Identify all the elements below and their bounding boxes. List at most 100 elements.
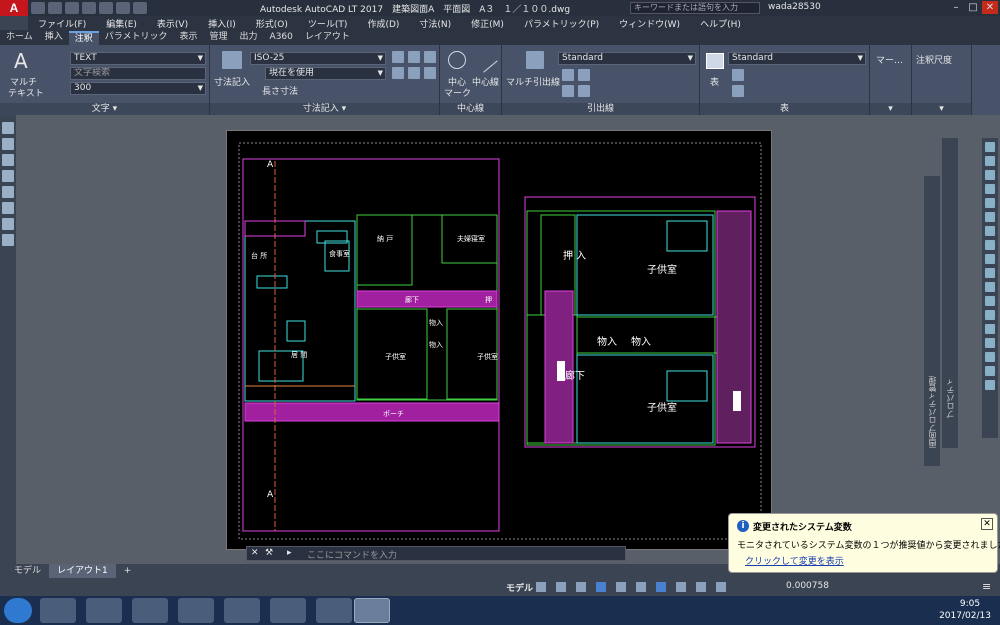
dimension-label[interactable]: 寸法記入 [214, 75, 250, 88]
paint-shop-icon[interactable] [270, 598, 306, 623]
print-icon[interactable] [99, 2, 113, 14]
link-data-icon[interactable] [732, 85, 744, 97]
menu-tools[interactable]: ツール(T) [298, 17, 358, 30]
new-icon[interactable] [31, 2, 45, 14]
user-name[interactable]: wada28530 [768, 2, 821, 12]
multileader-label[interactable]: マルチ引出線 [506, 75, 560, 88]
search-input[interactable]: キーワードまたは語句を入力 [630, 2, 760, 14]
tool-icon[interactable] [985, 324, 995, 334]
tab-a360[interactable]: A360 [264, 31, 299, 45]
tool-icon[interactable] [985, 198, 995, 208]
sheet-manager-palette[interactable]: 画面プロパティ管理 [924, 176, 940, 466]
tool-icon[interactable] [985, 212, 995, 222]
table-style-combo[interactable]: Standard ▼ [728, 52, 866, 65]
tool-icon[interactable] [985, 282, 995, 292]
annotation-scale-label[interactable]: 注釈尺度 [916, 53, 952, 66]
menu-edit[interactable]: 編集(E) [96, 17, 147, 30]
menu-insert[interactable]: 挿入(I) [198, 17, 246, 30]
menu-parametric[interactable]: パラメトリック(P) [514, 17, 609, 30]
menu-window[interactable]: ウィンドウ(W) [609, 17, 690, 30]
markup-label[interactable]: マー… [876, 53, 903, 66]
dim-style-combo[interactable]: ISO-25 ▼ [250, 52, 386, 65]
command-input[interactable]: ここにコマンドを入力 [307, 548, 397, 561]
tool-icon[interactable] [985, 240, 995, 250]
text-tool-icon[interactable] [2, 122, 14, 134]
text-style-icon[interactable] [2, 202, 14, 214]
scale-text-icon[interactable] [2, 218, 14, 230]
start-button[interactable] [4, 598, 32, 623]
clock-date[interactable]: 2017/02/13 [935, 611, 995, 621]
tab-layout[interactable]: レイアウト [299, 31, 356, 45]
minimize-button[interactable]: – [948, 1, 964, 14]
explorer-icon[interactable] [132, 598, 168, 623]
find-icon[interactable] [2, 170, 14, 182]
justify-text-icon[interactable] [2, 234, 14, 246]
dim-tool-icon[interactable] [408, 51, 420, 63]
text-panel-footer[interactable]: 文字 ▾ [0, 103, 209, 115]
dim-tool-icon[interactable] [408, 67, 420, 79]
menu-draw[interactable]: 作成(D) [357, 17, 409, 30]
add-leader-icon[interactable] [562, 69, 574, 81]
dim-layer-combo[interactable]: 現在を使用 ▼ [265, 67, 386, 80]
annotation-scaling-footer[interactable]: ▾ [912, 103, 971, 115]
autocad-taskbar-icon[interactable] [354, 598, 390, 623]
model-space-button[interactable]: モデル [506, 581, 533, 594]
multileader-icon[interactable] [526, 51, 544, 69]
dim-tool-icon[interactable] [392, 51, 404, 63]
multiline-text-icon[interactable]: A [14, 49, 28, 73]
menu-modify[interactable]: 修正(M) [461, 17, 514, 30]
annotation-scale-value[interactable]: 0.000758 [786, 581, 829, 591]
internet-explorer-icon[interactable] [86, 598, 122, 623]
menu-dimension[interactable]: 寸法(N) [409, 17, 461, 30]
dimension-panel-footer[interactable]: 寸法記入 ▾ [210, 103, 439, 115]
align-leader-icon[interactable] [562, 85, 574, 97]
tool-icon[interactable] [985, 296, 995, 306]
tool-icon[interactable] [985, 254, 995, 264]
centerline-icon[interactable] [472, 47, 498, 73]
save-icon[interactable] [65, 2, 79, 14]
tab-home[interactable]: ホーム [0, 31, 39, 45]
spell-check-icon[interactable] [2, 186, 14, 198]
save-as-icon[interactable] [82, 2, 96, 14]
menu-view[interactable]: 表示(V) [147, 17, 198, 30]
menu-icon[interactable]: ≡ [982, 580, 991, 593]
edit-text-icon[interactable] [2, 154, 14, 166]
collect-leader-icon[interactable] [578, 85, 590, 97]
paint-icon[interactable] [316, 598, 352, 623]
markup-panel-footer[interactable]: ▾ [870, 103, 911, 115]
tab-insert[interactable]: 挿入 [39, 31, 69, 45]
tool-icon[interactable] [985, 310, 995, 320]
find-text-input[interactable]: 文字検索 [70, 67, 206, 80]
tool-icon[interactable] [985, 352, 995, 362]
multiline-text-label-2[interactable]: テキスト [8, 86, 44, 99]
thunderbird-icon[interactable] [224, 598, 260, 623]
table-icon[interactable] [706, 53, 724, 69]
tool-icon[interactable] [985, 156, 995, 166]
text-style-combo[interactable]: TEXT ▼ [70, 52, 206, 65]
menu-format[interactable]: 形式(O) [246, 17, 298, 30]
open-icon[interactable] [48, 2, 62, 14]
tab-view[interactable]: 表示 [174, 31, 204, 45]
leader-panel-footer[interactable]: 引出線 [502, 103, 699, 115]
tab-model[interactable]: モデル [6, 564, 49, 578]
dim-tool-icon[interactable] [424, 67, 436, 79]
tool-icon[interactable] [985, 170, 995, 180]
layout-sheet[interactable]: 台 所 食事室 納 戸 夫婦寝室 廊下 押 居 間 物入 物入 子供室 子供室 … [226, 130, 772, 550]
tab-manage[interactable]: 管理 [204, 31, 234, 45]
notification-close-button[interactable]: ✕ [981, 518, 993, 530]
tab-parametric[interactable]: パラメトリック [99, 31, 174, 45]
undo-icon[interactable] [116, 2, 130, 14]
tool-icon[interactable] [985, 184, 995, 194]
table-panel-footer[interactable]: 表 [700, 103, 869, 115]
close-icon[interactable]: ✕ [251, 548, 259, 558]
extract-data-icon[interactable] [732, 69, 744, 81]
application-menu-button[interactable]: A [0, 0, 28, 16]
text-tool-icon[interactable] [2, 138, 14, 150]
menu-help[interactable]: ヘルプ(H) [690, 17, 751, 30]
wrench-icon[interactable]: ⚒ [265, 548, 273, 558]
tool-icon[interactable] [985, 380, 995, 390]
text-height-combo[interactable]: 300 ▼ [70, 82, 206, 95]
tool-icon[interactable] [985, 226, 995, 236]
status-toggles[interactable] [536, 581, 736, 593]
tab-layout1[interactable]: レイアウト1 [49, 564, 116, 578]
